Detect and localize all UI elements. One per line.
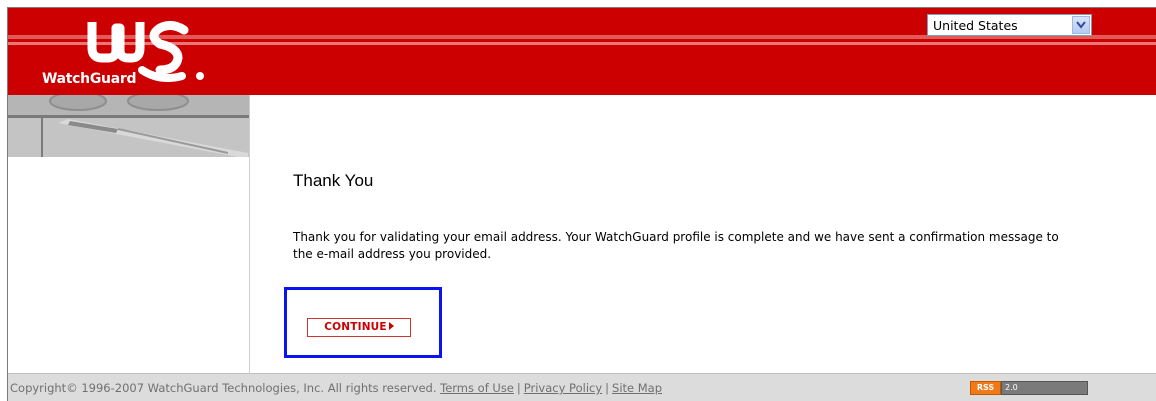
site-footer: Copyright© 1996-2007 WatchGuard Technolo… xyxy=(8,373,1156,401)
country-select[interactable]: United States xyxy=(927,14,1092,36)
continue-button[interactable]: CONTINUE xyxy=(307,318,411,337)
footer-text: Copyright© 1996-2007 WatchGuard Technolo… xyxy=(10,381,662,395)
logo-wordmark: WatchGuard xyxy=(42,71,137,87)
watchguard-logo[interactable]: WatchGuard xyxy=(32,18,232,88)
privacy-policy-link[interactable]: Privacy Policy xyxy=(524,381,602,395)
terms-of-use-link[interactable]: Terms of Use xyxy=(440,381,514,395)
page-frame: WatchGuard United States Thank You Thank… xyxy=(7,7,1156,401)
header-photo-image xyxy=(8,95,249,157)
rss-badge[interactable]: RSS 2.0 xyxy=(970,381,1088,395)
copyright-text: Copyright© 1996-2007 WatchGuard Technolo… xyxy=(10,381,437,395)
confirmation-message: Thank you for validating your email addr… xyxy=(293,230,1059,261)
site-map-link[interactable]: Site Map xyxy=(612,381,662,395)
rss-label: RSS xyxy=(970,381,1001,395)
page-title: Thank You xyxy=(293,171,374,190)
continue-label: CONTINUE xyxy=(324,321,387,333)
arrow-right-icon xyxy=(388,322,394,330)
dropdown-arrow-icon[interactable] xyxy=(1072,16,1090,34)
footer-separator: | xyxy=(605,381,610,395)
footer-separator: | xyxy=(516,381,521,395)
rss-version: 2.0 xyxy=(1001,381,1088,395)
main-content: Thank You Thank you for validating your … xyxy=(250,95,1156,373)
left-column xyxy=(8,95,250,373)
country-select-value: United States xyxy=(933,18,1018,33)
site-header: WatchGuard United States xyxy=(8,8,1156,95)
